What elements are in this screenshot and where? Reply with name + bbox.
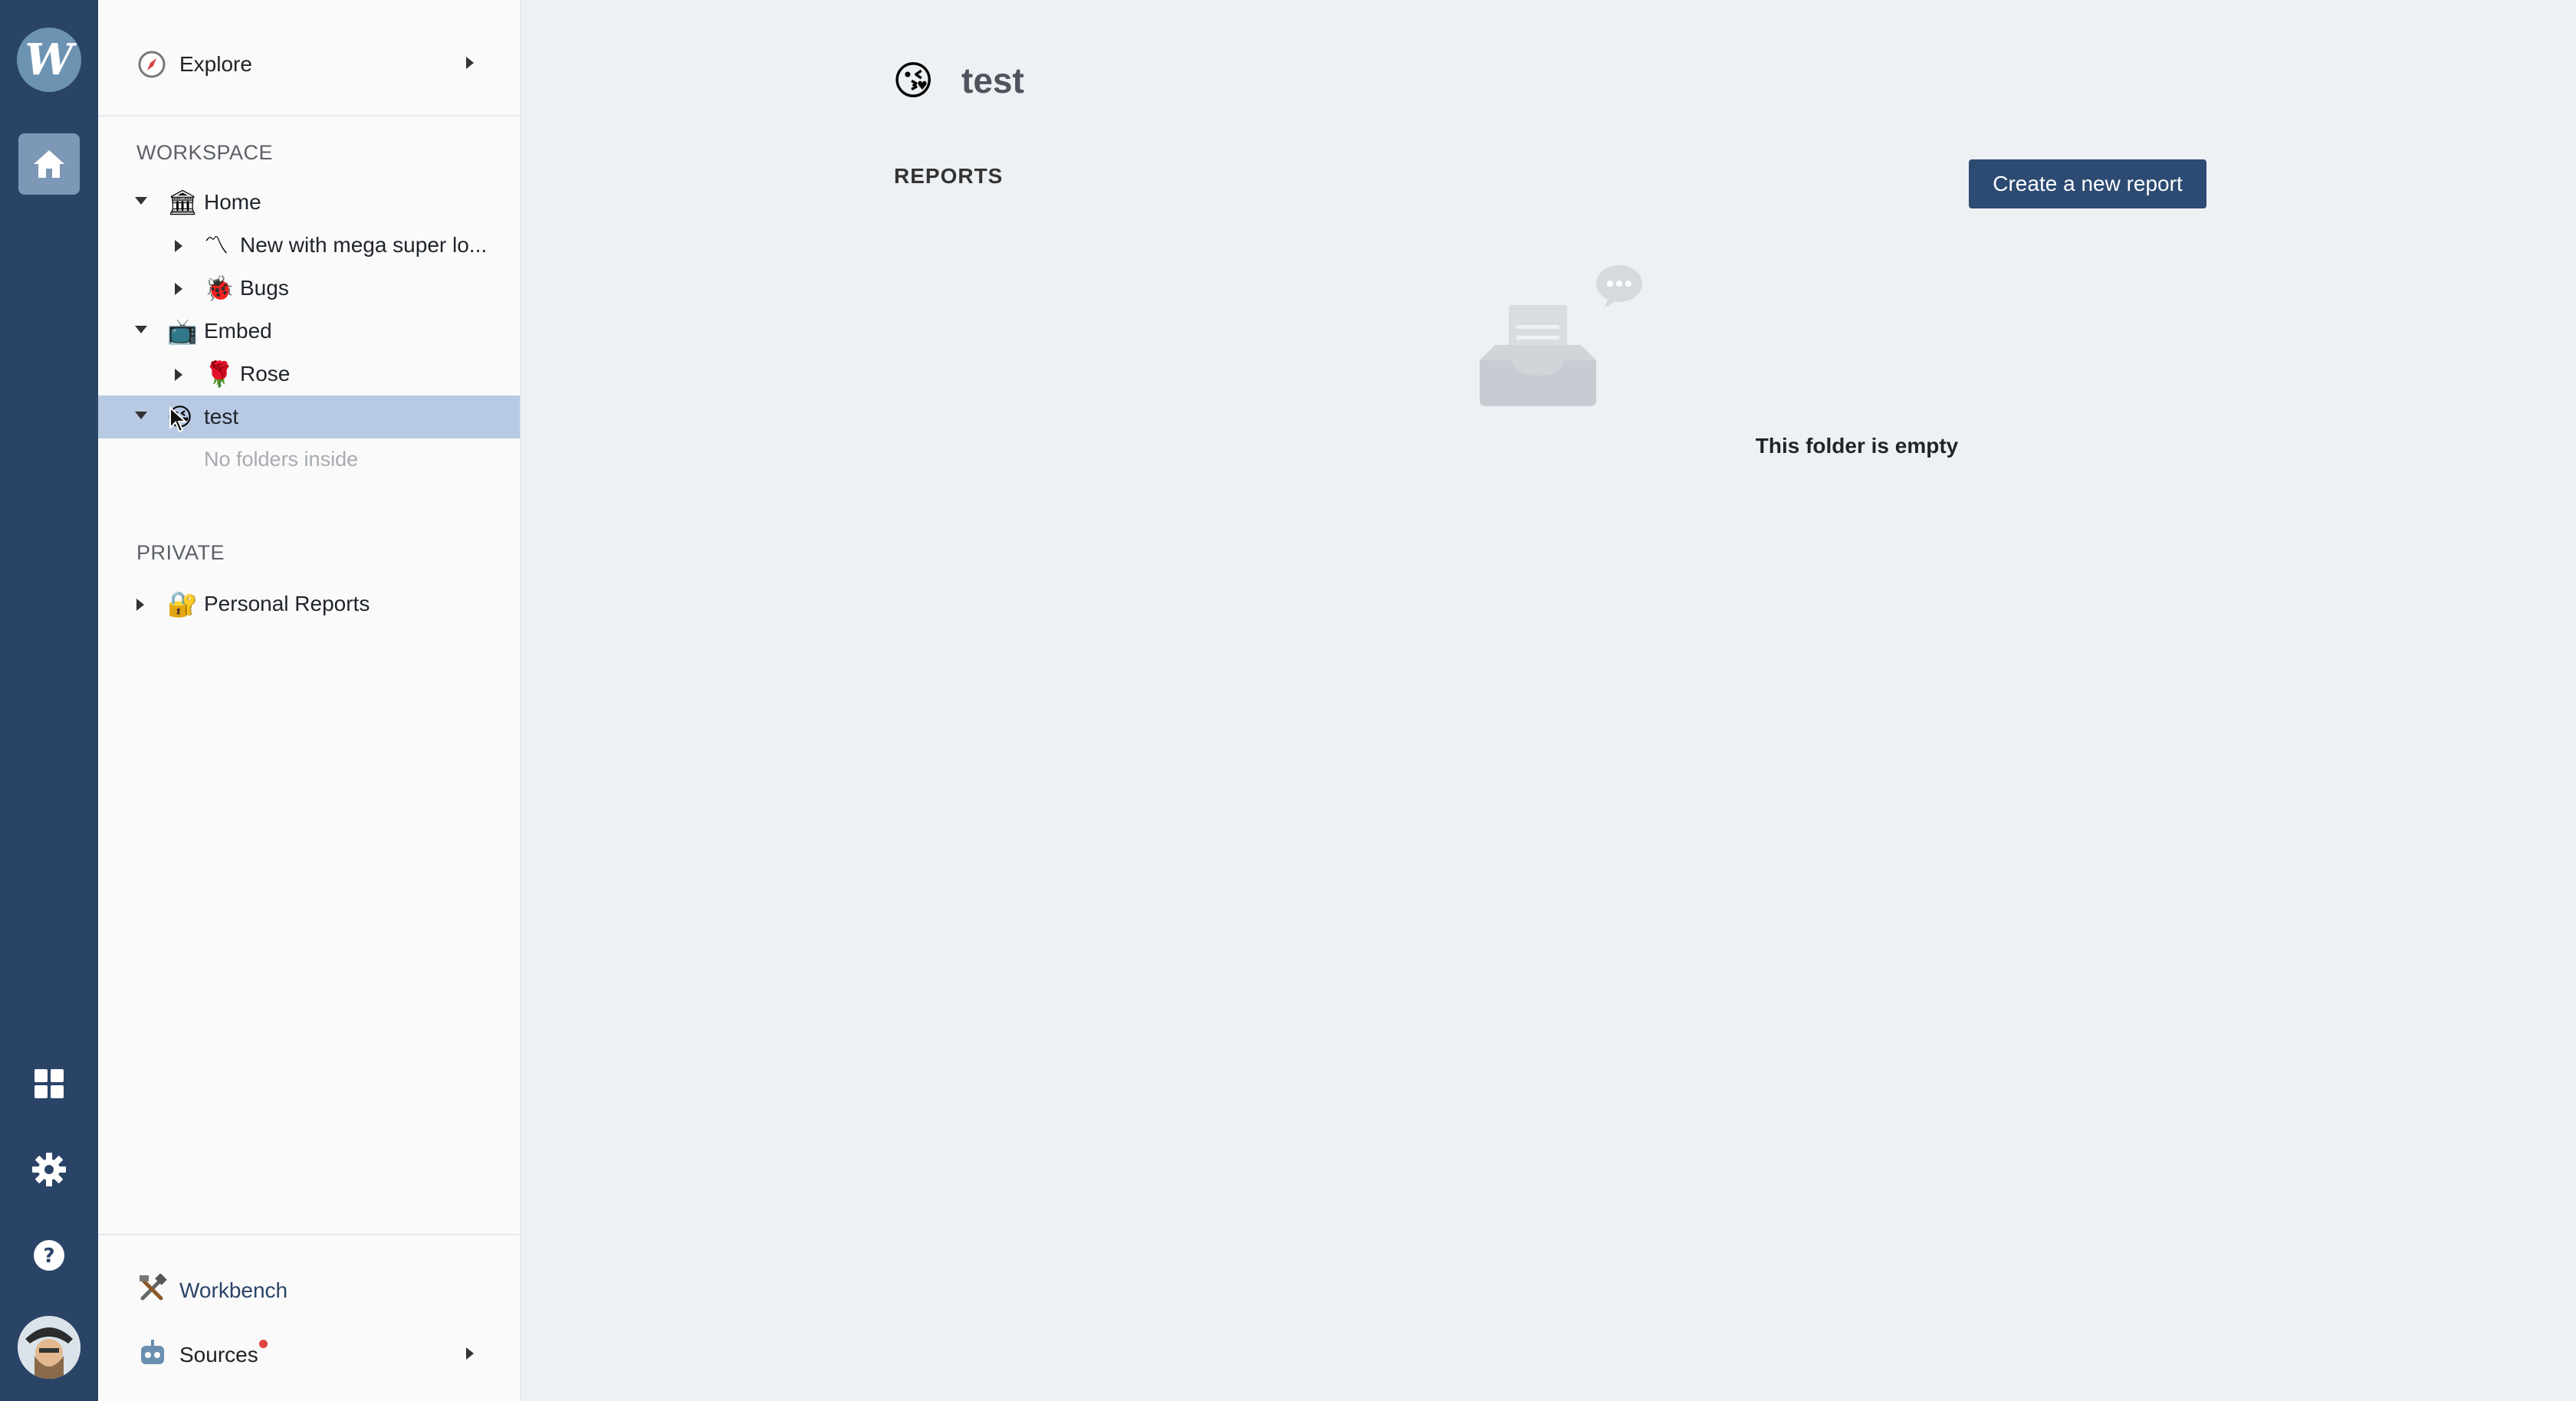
no-folders-text: No folders inside bbox=[204, 448, 359, 471]
tree-item-rose[interactable]: 🌹 Rose bbox=[98, 353, 520, 395]
explore-chevron-icon bbox=[466, 57, 474, 69]
tree-item-label: Home bbox=[204, 190, 261, 214]
svg-text:?: ? bbox=[43, 1245, 54, 1268]
sidebar-footer: Workbench Sources bbox=[98, 1234, 520, 1401]
robot-icon bbox=[141, 1340, 164, 1364]
sources-label: Sources bbox=[179, 1343, 258, 1367]
tools-icon bbox=[140, 1274, 167, 1301]
expand-caret-icon[interactable] bbox=[135, 326, 147, 333]
app-root: W ? Explore WORKSPACE 🏛 Home 〽 New with … bbox=[0, 0, 2576, 1401]
home-nav-button[interactable] bbox=[0, 126, 98, 202]
sources-link[interactable]: Sources bbox=[98, 1330, 520, 1376]
part-alternation-mark-icon: 〽 bbox=[204, 231, 229, 260]
avatar bbox=[18, 1316, 80, 1379]
dashboards-nav-button[interactable] bbox=[0, 1045, 98, 1122]
grid-icon bbox=[34, 1069, 64, 1098]
workspace-section-title: WORKSPACE bbox=[136, 141, 274, 164]
tree-item-home[interactable]: 🏛 Home bbox=[98, 181, 520, 224]
explore-row[interactable]: Explore bbox=[98, 0, 520, 116]
collapse-caret-icon[interactable] bbox=[175, 240, 182, 252]
gear-icon bbox=[32, 1153, 66, 1186]
sidebar: Explore WORKSPACE 🏛 Home 〽 New with mega… bbox=[98, 0, 521, 1401]
rose-icon: 🌹 bbox=[204, 359, 235, 389]
tree-item-new-with-mega[interactable]: 〽 New with mega super lo... bbox=[98, 224, 520, 267]
tree-item-label: Embed bbox=[204, 319, 272, 343]
empty-folder-message: This folder is empty bbox=[1755, 434, 1959, 458]
expand-caret-icon[interactable] bbox=[135, 412, 147, 419]
reports-heading: REPORTS bbox=[894, 164, 1004, 188]
explore-label: Explore bbox=[179, 52, 252, 76]
private-section-title: PRIVATE bbox=[136, 541, 225, 564]
lock-with-key-icon: 🔐 bbox=[167, 589, 198, 618]
app-logo: W bbox=[17, 28, 81, 92]
empty-inbox-icon bbox=[1480, 265, 1642, 406]
nav-rail: W ? bbox=[0, 0, 98, 1401]
ladybug-icon: 🐞 bbox=[204, 274, 235, 303]
create-report-button[interactable]: Create a new report bbox=[1969, 159, 2206, 208]
expand-caret-icon[interactable] bbox=[135, 197, 147, 205]
user-avatar-button[interactable] bbox=[0, 1309, 98, 1386]
help-icon: ? bbox=[34, 1240, 64, 1271]
workbench-label: Workbench bbox=[179, 1278, 288, 1302]
tree-item-label: Rose bbox=[240, 362, 291, 386]
tree-item-label: New with mega super lo... bbox=[240, 233, 488, 257]
tree-item-label: Bugs bbox=[240, 276, 289, 300]
workbench-link[interactable]: Workbench bbox=[98, 1266, 520, 1312]
tree-item-label: test bbox=[204, 405, 239, 428]
tree-item-personal-reports[interactable]: 🔐 Personal Reports bbox=[98, 582, 520, 625]
sources-chevron-icon bbox=[466, 1347, 474, 1360]
main-content: 😘 test REPORTS Create a new report This … bbox=[523, 0, 2576, 1401]
notification-dot bbox=[259, 1340, 268, 1348]
mouse-cursor-icon bbox=[169, 406, 187, 433]
home-icon bbox=[18, 133, 80, 195]
home-folder-icon: 🏛 bbox=[167, 188, 199, 217]
tv-icon: 📺 bbox=[167, 317, 198, 346]
collapse-caret-icon[interactable] bbox=[175, 283, 182, 295]
page-title-emoji-icon: 😘 bbox=[892, 59, 935, 103]
help-nav-button[interactable]: ? bbox=[0, 1217, 98, 1294]
tree-item-label: Personal Reports bbox=[204, 592, 370, 615]
tree-item-test[interactable]: 😘 test bbox=[98, 395, 520, 438]
page-title: test bbox=[961, 61, 1024, 100]
collapse-caret-icon[interactable] bbox=[175, 369, 182, 381]
tree-item-bugs[interactable]: 🐞 Bugs bbox=[98, 267, 520, 310]
compass-icon bbox=[138, 51, 166, 78]
tree-item-embed[interactable]: 📺 Embed bbox=[98, 310, 520, 353]
settings-nav-button[interactable] bbox=[0, 1131, 98, 1208]
logo-button[interactable]: W bbox=[0, 21, 98, 98]
collapse-caret-icon[interactable] bbox=[136, 599, 144, 611]
